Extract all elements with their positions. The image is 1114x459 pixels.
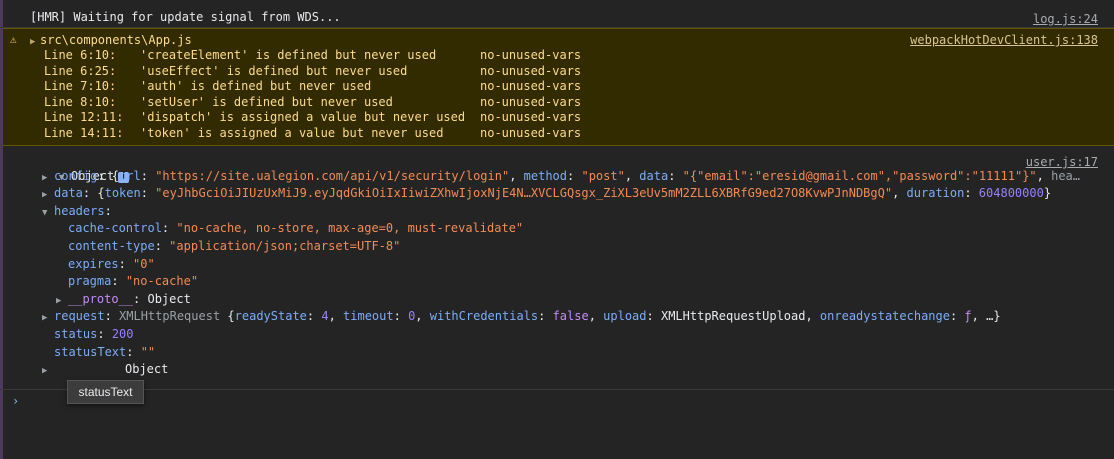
warning-file: src\components\App.js xyxy=(40,33,192,47)
object-proto-row[interactable]: ▶ Object xyxy=(0,361,1114,379)
warning-line: Line 7:10: 'auth' is defined but never us… xyxy=(0,79,1114,95)
warning-line: Line 14:11: 'token' is assigned a value b… xyxy=(0,126,1114,142)
tooltip: statusText xyxy=(67,380,144,404)
console-warning: ⚠ ▶ src\components\App.js webpackHotDevCl… xyxy=(0,28,1114,146)
warning-line: Line 8:10: 'setUser' is defined but never… xyxy=(0,95,1114,111)
data-row[interactable]: ▶ data: {token: "eyJhbGciOiJIUzUxMiJ9.eyJ… xyxy=(0,185,1114,203)
chevron-right-icon: › xyxy=(12,394,20,408)
warning-line-location: Line 6:10: xyxy=(44,48,117,62)
warning-line-location: Line 7:10: xyxy=(44,79,117,93)
warning-line-location: Line 6:25: xyxy=(44,63,117,78)
header-content-type: content-type: "application/json;charset=… xyxy=(68,238,401,253)
warning-line-message: 'dispatch' is assigned a value but never… xyxy=(140,110,466,124)
warning-header[interactable]: ⚠ ▶ src\components\App.js webpackHotDevCl… xyxy=(0,32,1114,48)
header-pragma: pragma: "no-cache" xyxy=(68,274,199,289)
warning-icon: ⚠ xyxy=(10,33,17,46)
warning-line: Line 6:25: 'useEffect' is defined but nev… xyxy=(0,64,1114,80)
warning-line-rule: no-unused-vars xyxy=(480,79,582,93)
console-prompt[interactable]: › xyxy=(0,389,1114,414)
expand-arrow-icon[interactable]: ▶ xyxy=(42,363,54,381)
warning-line-location: Line 8:10: xyxy=(44,94,117,109)
warning-line-rule: no-unused-vars xyxy=(480,48,582,62)
warning-line-location: Line 14:11: xyxy=(44,125,124,140)
warning-line-message: 'createElement' is defined but never use… xyxy=(140,48,437,62)
warning-line: Line 12:11: 'dispatch' is assigned a valu… xyxy=(0,110,1114,126)
console-log-message: [HMR] Waiting for update signal from WDS… xyxy=(0,0,1114,28)
warning-line-message: 'useEffect' is defined but never used xyxy=(140,63,408,78)
header-cache-control: cache-control: "no-cache, no-store, max-… xyxy=(68,221,524,236)
warning-line-rule: no-unused-vars xyxy=(480,125,582,140)
config-row[interactable]: ▶ config: {url: "https://site.ualegion.co… xyxy=(0,168,1114,186)
headers-proto-row[interactable]: ▶ __proto__: Object xyxy=(0,291,1114,309)
warning-line-message: 'token' is assigned a value but never us… xyxy=(140,125,444,140)
header-expires: expires: "0" xyxy=(68,256,155,271)
headers-row[interactable]: ▼ headers: xyxy=(0,203,1114,221)
request-row[interactable]: ▶ request: XMLHttpRequest {readyState: 4,… xyxy=(0,308,1114,326)
warning-line-rule: no-unused-vars xyxy=(480,94,582,109)
status-row: status: 200 xyxy=(54,326,134,341)
warning-line-location: Line 12:11: xyxy=(44,110,124,124)
warning-line-rule: no-unused-vars xyxy=(480,63,582,78)
warning-line-message: 'setUser' is defined but never used xyxy=(140,94,393,109)
log-text: [HMR] Waiting for update signal from WDS… xyxy=(30,10,341,24)
object-header[interactable]: ▼ Object i user.js:17 xyxy=(0,150,1114,183)
status-text-row: statusText: "" xyxy=(54,344,156,359)
warning-source-link[interactable]: webpackHotDevClient.js:138 xyxy=(910,32,1098,48)
warning-line-rule: no-unused-vars xyxy=(480,110,582,124)
log-source-link[interactable]: log.js:24 xyxy=(1033,10,1098,28)
warning-line: Line 6:10: 'createElement' is defined but… xyxy=(0,48,1114,64)
console-object: ▼ Object i user.js:17 ▶ config: {url: "http… xyxy=(0,146,1114,379)
warning-line-message: 'auth' is defined but never used xyxy=(140,79,372,93)
